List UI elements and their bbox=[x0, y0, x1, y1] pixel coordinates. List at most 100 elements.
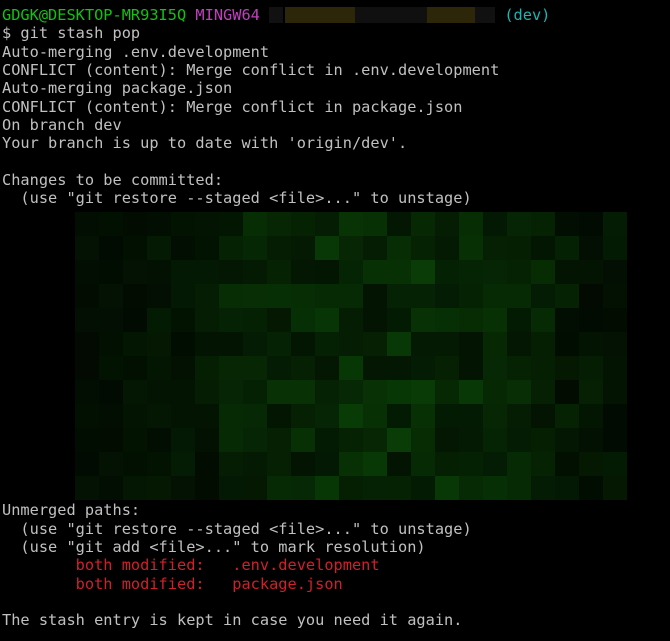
redaction-block bbox=[243, 380, 267, 404]
redaction-block bbox=[243, 260, 267, 284]
file-path: .env.development bbox=[232, 556, 380, 575]
redaction-block bbox=[507, 212, 531, 236]
redaction-block bbox=[459, 476, 483, 500]
redaction-block bbox=[579, 332, 603, 356]
redaction-block bbox=[603, 212, 627, 236]
redaction-block bbox=[555, 236, 579, 260]
redaction-block bbox=[483, 308, 507, 332]
redaction-block bbox=[363, 380, 387, 404]
redaction-block bbox=[219, 428, 243, 452]
redaction-block bbox=[99, 380, 123, 404]
redaction-block bbox=[603, 236, 627, 260]
redaction-block bbox=[123, 308, 147, 332]
redaction-block bbox=[75, 380, 99, 404]
redaction-block bbox=[219, 404, 243, 428]
redaction-block bbox=[291, 308, 315, 332]
redaction-block bbox=[507, 284, 531, 308]
redaction-block bbox=[123, 404, 147, 428]
redaction-block bbox=[579, 236, 603, 260]
redaction-block bbox=[291, 356, 315, 380]
output-line: Auto-merging .env.development bbox=[2, 42, 270, 61]
redaction-block bbox=[603, 260, 627, 284]
redaction-block bbox=[579, 284, 603, 308]
redaction-block bbox=[99, 356, 123, 380]
redaction-block bbox=[339, 308, 363, 332]
redaction-block bbox=[123, 236, 147, 260]
redaction-block bbox=[603, 284, 627, 308]
redaction-block bbox=[579, 404, 603, 428]
redaction-block bbox=[531, 428, 555, 452]
unmerged-hint: (use "git restore --staged <file>..." to… bbox=[2, 519, 472, 538]
redaction-block bbox=[459, 380, 483, 404]
redaction-block bbox=[483, 476, 507, 500]
redaction-block bbox=[483, 236, 507, 260]
prompt-line: GDGK@DESKTOP-MR93I5Q MINGW64 (dev) bbox=[2, 6, 550, 24]
redaction-block bbox=[531, 404, 555, 428]
unmerged-file: both modified: package.json bbox=[2, 575, 550, 593]
redaction-block bbox=[291, 212, 315, 236]
redaction-block bbox=[531, 236, 555, 260]
redaction-block bbox=[195, 356, 219, 380]
redaction-block bbox=[339, 356, 363, 380]
redaction-block bbox=[291, 452, 315, 476]
redaction-block bbox=[435, 452, 459, 476]
redaction-block bbox=[267, 212, 291, 236]
redaction-block bbox=[579, 380, 603, 404]
redaction-block bbox=[363, 356, 387, 380]
redaction-block bbox=[387, 404, 411, 428]
redaction-block bbox=[363, 452, 387, 476]
redaction-block bbox=[195, 260, 219, 284]
redaction-block bbox=[555, 308, 579, 332]
redaction-block bbox=[195, 212, 219, 236]
redaction-block bbox=[339, 428, 363, 452]
file-status: both modified: bbox=[2, 574, 233, 593]
redaction-block bbox=[579, 260, 603, 284]
redaction-block bbox=[291, 428, 315, 452]
redaction-block bbox=[411, 404, 435, 428]
redaction-block bbox=[123, 380, 147, 404]
redaction-block bbox=[123, 284, 147, 308]
pixelated-redaction bbox=[75, 212, 635, 500]
redaction-block bbox=[315, 452, 339, 476]
redaction-block bbox=[339, 332, 363, 356]
redaction-block bbox=[603, 332, 627, 356]
redaction-block bbox=[483, 404, 507, 428]
redaction-block bbox=[123, 452, 147, 476]
redaction-block bbox=[507, 332, 531, 356]
redaction-block bbox=[531, 380, 555, 404]
redaction-block bbox=[219, 380, 243, 404]
unmerged-file: both modified: .env.development bbox=[2, 556, 550, 574]
redaction-block bbox=[171, 332, 195, 356]
redaction-block bbox=[387, 236, 411, 260]
redaction-block bbox=[219, 284, 243, 308]
unmerged-hint: (use "git add <file>..." to mark resolut… bbox=[2, 538, 426, 557]
redaction-block bbox=[483, 356, 507, 380]
redaction-block bbox=[483, 428, 507, 452]
redaction-block bbox=[339, 236, 363, 260]
redaction-block bbox=[171, 260, 195, 284]
redaction-block bbox=[123, 212, 147, 236]
redaction-block bbox=[243, 284, 267, 308]
redaction-block bbox=[459, 236, 483, 260]
redaction-block bbox=[411, 308, 435, 332]
redaction-block bbox=[531, 476, 555, 500]
redaction-block bbox=[555, 476, 579, 500]
redaction-block bbox=[483, 212, 507, 236]
redaction-block bbox=[147, 404, 171, 428]
redaction-block bbox=[147, 356, 171, 380]
redaction-block bbox=[435, 428, 459, 452]
redaction-block bbox=[603, 428, 627, 452]
redaction-block bbox=[387, 356, 411, 380]
prompt-branch: (dev) bbox=[504, 6, 551, 24]
redaction-block bbox=[315, 476, 339, 500]
redaction-block bbox=[579, 356, 603, 380]
redaction-block bbox=[291, 284, 315, 308]
redaction-block bbox=[363, 236, 387, 260]
redaction-block bbox=[291, 236, 315, 260]
redaction-block bbox=[411, 284, 435, 308]
redaction-block bbox=[507, 308, 531, 332]
redaction-block bbox=[99, 452, 123, 476]
redaction-block bbox=[459, 260, 483, 284]
redaction-block bbox=[99, 284, 123, 308]
redaction-block bbox=[315, 308, 339, 332]
